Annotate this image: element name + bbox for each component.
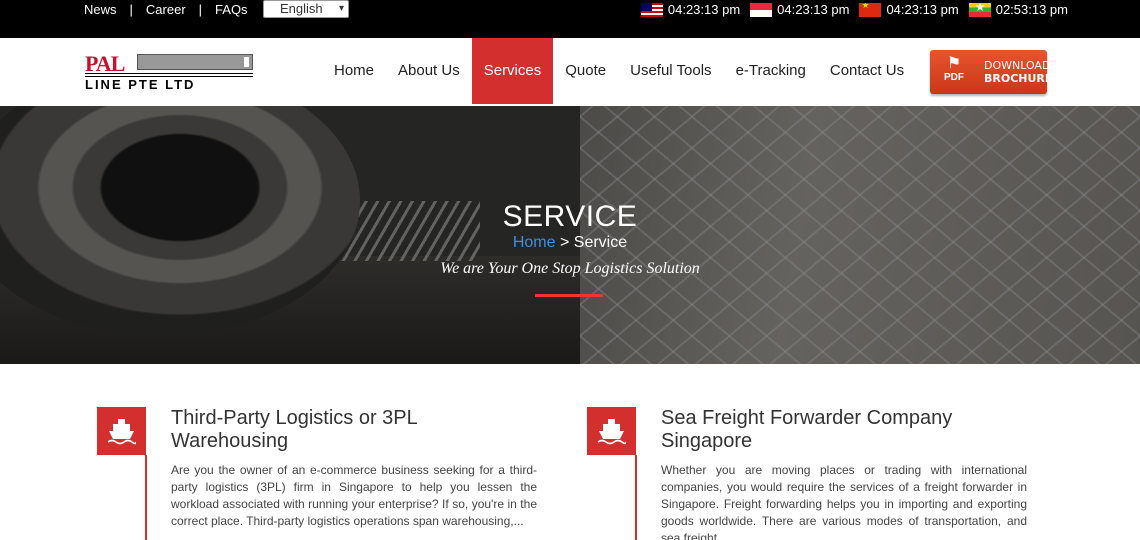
nav-about-us[interactable]: About Us	[386, 38, 472, 104]
breadcrumb-home-link[interactable]: Home	[513, 234, 556, 251]
hero-tagline: We are Your One Stop Logistics Solution	[440, 260, 700, 277]
world-clocks: 04:23:13 pm 04:23:13 pm 04:23:13 pm 02:5…	[631, 2, 1068, 17]
logo-bottom-text: LINE PTE LTD	[85, 77, 196, 92]
chevron-down-icon: ▾	[338, 3, 344, 14]
nav-e-tracking[interactable]: e-Tracking	[724, 38, 818, 104]
main-nav: Home About Us Services Quote Useful Tool…	[322, 38, 916, 104]
service-title[interactable]: Third-Party Logistics or 3PL Warehousing	[171, 407, 537, 453]
service-title[interactable]: Sea Freight Forwarder Company Singapore	[661, 407, 1027, 453]
company-logo[interactable]: PAL LINE PTE LTD	[85, 51, 255, 93]
ship-icon	[97, 407, 146, 455]
service-card: Third-Party Logistics or 3PL Warehousing…	[97, 407, 537, 540]
clock-time: 04:23:13 pm	[667, 2, 741, 17]
language-select-value: English	[280, 1, 323, 16]
clock-myanmar: 02:53:13 pm	[968, 2, 1068, 17]
clock-time: 04:23:13 pm	[886, 2, 959, 17]
myanmar-flag-icon	[968, 2, 991, 17]
language-select[interactable]: English ▾	[263, 0, 349, 18]
title-underline	[535, 294, 603, 297]
malaysia-flag-icon	[640, 2, 663, 17]
breadcrumb-current: Service	[573, 234, 628, 251]
service-divider	[145, 455, 147, 540]
pdf-icon: ⚑ PDF	[944, 55, 964, 84]
breadcrumb: Home > Service	[0, 234, 1140, 252]
nav-useful-tools[interactable]: Useful Tools	[618, 38, 723, 104]
service-description: Whether you are moving places or trading…	[661, 463, 1027, 540]
site-header: PAL LINE PTE LTD Home About Us Services …	[0, 38, 1140, 106]
ship-icon	[587, 407, 636, 455]
breadcrumb-separator: >	[559, 234, 570, 251]
clock-china: 04:23:13 pm	[859, 2, 959, 17]
nav-quote[interactable]: Quote	[553, 38, 618, 104]
faqs-link[interactable]: FAQs	[215, 2, 248, 17]
clock-time: 04:23:13 pm	[777, 2, 850, 17]
china-flag-icon	[859, 2, 882, 17]
top-links: News | Career | FAQs	[84, 2, 248, 17]
news-link[interactable]: News	[84, 2, 117, 17]
brochure-label: DOWNLOAD BROCHURE	[984, 59, 1053, 85]
download-brochure-button[interactable]: ⚑ PDF DOWNLOAD BROCHURE	[930, 50, 1052, 94]
career-link[interactable]: Career	[146, 2, 186, 17]
clock-time: 02:53:13 pm	[995, 2, 1068, 17]
top-bar: News | Career | FAQs English ▾ 04:23:13 …	[0, 0, 1140, 38]
clock-singapore: 04:23:13 pm	[750, 2, 849, 17]
separator: |	[129, 2, 133, 17]
page-title: SERVICE	[502, 200, 638, 233]
hero-banner: SERVICE Home > Service We are Your One S…	[0, 106, 1140, 364]
clock-malaysia: 04:23:13 pm	[640, 2, 741, 17]
nav-home[interactable]: Home	[322, 38, 386, 104]
service-description: Are you the owner of an e-commerce busin…	[171, 463, 537, 528]
logo-bar	[137, 54, 253, 70]
service-card: Sea Freight Forwarder Company Singapore …	[587, 407, 1027, 540]
nav-contact-us[interactable]: Contact Us	[818, 38, 916, 104]
separator: |	[198, 2, 203, 17]
singapore-flag-icon	[750, 2, 773, 17]
nav-services[interactable]: Services	[471, 38, 554, 104]
service-divider	[635, 455, 637, 540]
